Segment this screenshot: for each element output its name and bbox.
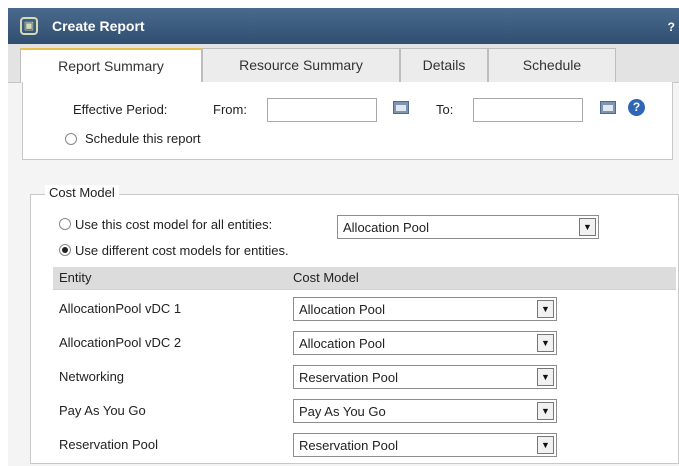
entity-row-2-cost-model-value: Allocation Pool: [299, 336, 385, 351]
entity-table-header: Entity Cost Model: [53, 267, 676, 290]
dropdown-arrow-icon[interactable]: ▼: [537, 334, 554, 352]
entity-row-5-cost-model-value: Reservation Pool: [299, 438, 398, 453]
entity-row-3-cost-model-select[interactable]: Reservation Pool ▼: [293, 365, 557, 389]
from-calendar-icon[interactable]: [393, 101, 409, 114]
dropdown-arrow-icon[interactable]: ▼: [537, 436, 554, 454]
to-calendar-icon[interactable]: [600, 101, 616, 114]
tab-details[interactable]: Details: [400, 48, 488, 82]
from-label: From:: [213, 102, 247, 117]
effective-period-label: Effective Period:: [73, 102, 168, 117]
dropdown-arrow-icon[interactable]: ▼: [537, 402, 554, 420]
tab-bar: Report Summary Resource Summary Details …: [8, 44, 679, 83]
entity-row-5-label: Reservation Pool: [59, 437, 158, 452]
cost-model-fieldset: Cost Model Use this cost model for all e…: [30, 185, 679, 464]
entity-row-2-label: AllocationPool vDC 2: [59, 335, 182, 350]
title-help-icon[interactable]: ?: [668, 20, 675, 34]
entity-row-3-cost-model-value: Reservation Pool: [299, 370, 398, 385]
to-date-input[interactable]: [473, 98, 583, 122]
help-icon[interactable]: ?: [628, 99, 645, 116]
entity-row-4-cost-model-value: Pay As You Go: [299, 404, 386, 419]
tab-schedule[interactable]: Schedule: [488, 48, 616, 82]
dropdown-arrow-icon[interactable]: ▼: [537, 368, 554, 386]
schedule-report-label: Schedule this report: [85, 131, 201, 146]
entity-row-5-cost-model-select[interactable]: Reservation Pool ▼: [293, 433, 557, 457]
create-report-dialog: ▣ Create Report ? Report Summary Resourc…: [8, 8, 679, 466]
schedule-report-radio[interactable]: [65, 133, 77, 145]
all-entities-cost-model-value: Allocation Pool: [343, 220, 429, 235]
report-summary-panel: Effective Period: From: To: ? Schedule t…: [22, 82, 673, 160]
use-single-cost-model-label: Use this cost model for all entities:: [75, 217, 273, 232]
to-label: To:: [436, 102, 454, 117]
all-entities-cost-model-select[interactable]: Allocation Pool ▼: [337, 215, 599, 239]
dropdown-arrow-icon[interactable]: ▼: [537, 300, 554, 318]
use-different-cost-models-radio[interactable]: [59, 244, 71, 256]
column-header-entity: Entity: [59, 270, 92, 285]
title-bar: ▣ Create Report ?: [8, 8, 679, 44]
dropdown-arrow-icon[interactable]: ▼: [579, 218, 596, 236]
column-header-cost-model: Cost Model: [293, 270, 359, 285]
entity-row-1-cost-model-value: Allocation Pool: [299, 302, 385, 317]
from-date-input[interactable]: [267, 98, 377, 122]
entity-row-1-cost-model-select[interactable]: Allocation Pool ▼: [293, 297, 557, 321]
use-single-cost-model-radio[interactable]: [59, 218, 71, 230]
report-app-icon: ▣: [20, 17, 38, 35]
dialog-title: Create Report: [52, 18, 145, 34]
tab-resource-summary[interactable]: Resource Summary: [202, 48, 400, 82]
entity-row-4-label: Pay As You Go: [59, 403, 146, 418]
entity-row-1-label: AllocationPool vDC 1: [59, 301, 182, 316]
cost-model-legend: Cost Model: [45, 185, 119, 200]
entity-row-4-cost-model-select[interactable]: Pay As You Go ▼: [293, 399, 557, 423]
tab-report-summary[interactable]: Report Summary: [20, 48, 202, 83]
entity-row-2-cost-model-select[interactable]: Allocation Pool ▼: [293, 331, 557, 355]
use-different-cost-models-label: Use different cost models for entities.: [75, 243, 289, 258]
entity-row-3-label: Networking: [59, 369, 125, 384]
